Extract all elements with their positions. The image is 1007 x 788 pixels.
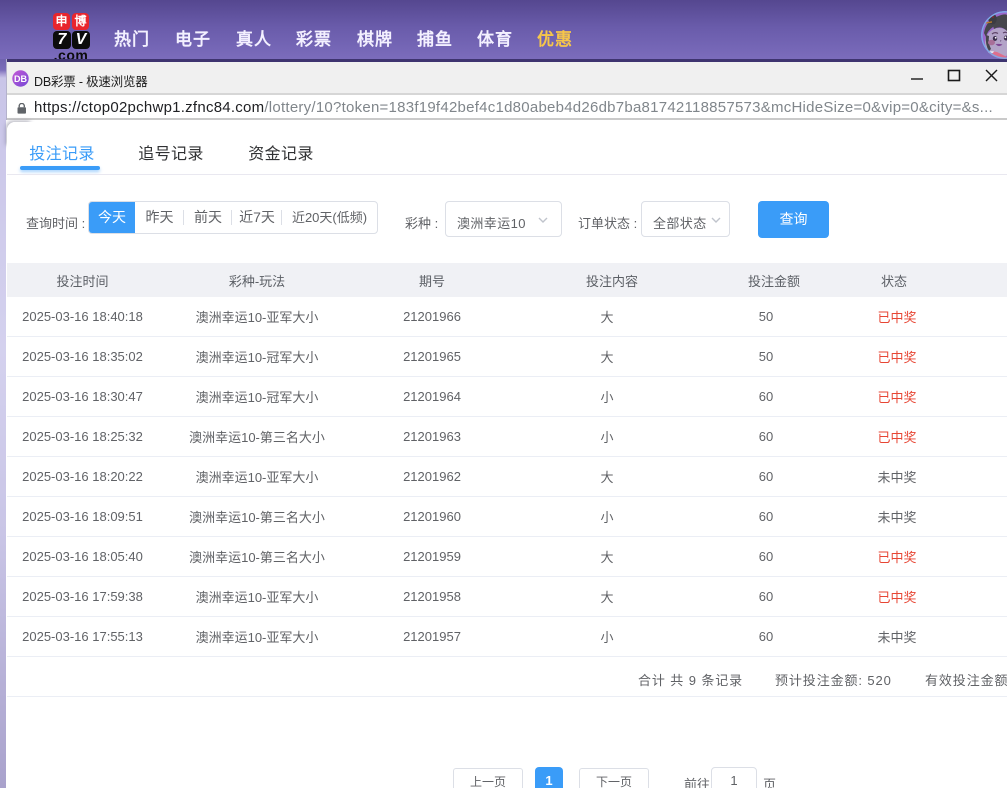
svg-text:DB: DB (14, 74, 27, 84)
